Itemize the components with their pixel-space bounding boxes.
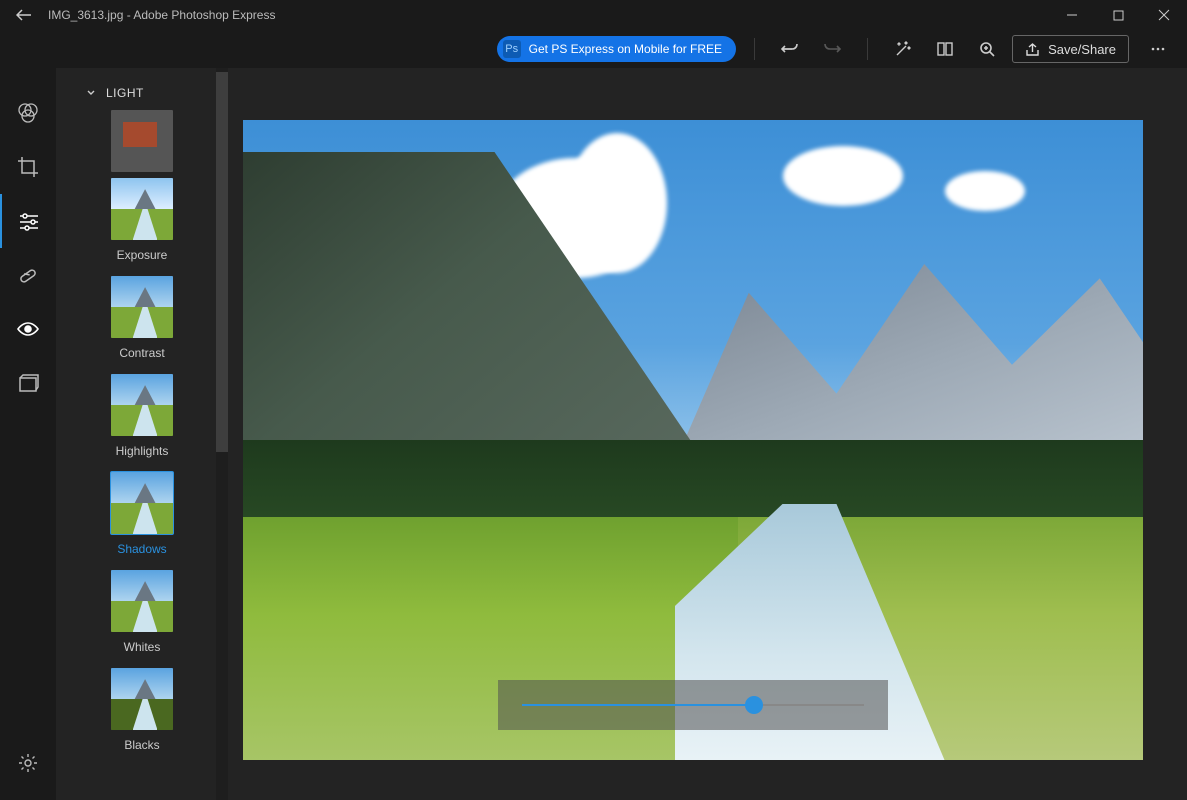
adjustment-thumb-whites[interactable] — [111, 570, 173, 632]
adjustments-tool[interactable] — [0, 194, 56, 248]
panel-section-header[interactable]: LIGHT — [56, 68, 228, 110]
promo-banner[interactable]: Ps Get PS Express on Mobile for FREE — [497, 36, 736, 62]
separator — [867, 38, 868, 60]
scrollbar-thumb[interactable] — [216, 72, 228, 452]
save-share-button[interactable]: Save/Share — [1012, 35, 1129, 63]
adjustment-thumb-exposure[interactable] — [111, 178, 173, 240]
adjustment-label: Highlights — [116, 444, 169, 458]
top-toolbar: Ps Get PS Express on Mobile for FREE Sav… — [0, 30, 1187, 68]
redo-button[interactable] — [815, 32, 849, 66]
adjustments-panel: LIGHT Exposure Contrast Highlights Shadows W… — [56, 68, 228, 800]
adjustment-slider[interactable] — [498, 680, 888, 730]
border-tool[interactable] — [0, 356, 56, 410]
separator — [754, 38, 755, 60]
adjustment-label: Whites — [124, 640, 161, 654]
slider-track[interactable] — [522, 704, 864, 706]
close-button[interactable] — [1141, 0, 1187, 30]
auto-enhance-button[interactable] — [886, 32, 920, 66]
tool-rail — [0, 68, 56, 800]
more-button[interactable] — [1141, 32, 1175, 66]
adjustment-thumb-blacks[interactable] — [111, 668, 173, 730]
image-canvas[interactable] — [243, 120, 1143, 760]
settings-button[interactable] — [0, 736, 56, 790]
redeye-tool[interactable] — [0, 302, 56, 356]
back-button[interactable] — [0, 0, 48, 30]
slider-handle[interactable] — [745, 696, 763, 714]
compare-button[interactable] — [928, 32, 962, 66]
undo-button[interactable] — [773, 32, 807, 66]
adjustment-thumb-shadows[interactable] — [111, 472, 173, 534]
adjustment-thumb-contrast[interactable] — [111, 276, 173, 338]
canvas-area — [228, 68, 1187, 800]
window-title: IMG_3613.jpg - Adobe Photoshop Express — [48, 8, 1049, 22]
promo-label: Get PS Express on Mobile for FREE — [529, 42, 722, 56]
looks-tool[interactable] — [0, 86, 56, 140]
adjustment-label: Exposure — [117, 248, 168, 262]
crop-tool[interactable] — [0, 140, 56, 194]
adjustment-thumb-highlights[interactable] — [111, 374, 173, 436]
zoom-button[interactable] — [970, 32, 1004, 66]
panel-scrollbar[interactable] — [216, 68, 228, 800]
titlebar: IMG_3613.jpg - Adobe Photoshop Express — [0, 0, 1187, 30]
adjustment-label: Shadows — [117, 542, 166, 556]
maximize-button[interactable] — [1095, 0, 1141, 30]
share-icon — [1025, 42, 1040, 57]
chevron-down-icon — [86, 88, 96, 98]
panel-section-label: LIGHT — [106, 86, 144, 100]
adjustment-label: Contrast — [119, 346, 164, 360]
ps-icon: Ps — [503, 40, 521, 58]
adjustment-label: Blacks — [124, 738, 159, 752]
minimize-button[interactable] — [1049, 0, 1095, 30]
spot-heal-tool[interactable] — [0, 248, 56, 302]
adjustment-thumb-original[interactable] — [111, 110, 173, 172]
save-share-label: Save/Share — [1048, 42, 1116, 57]
